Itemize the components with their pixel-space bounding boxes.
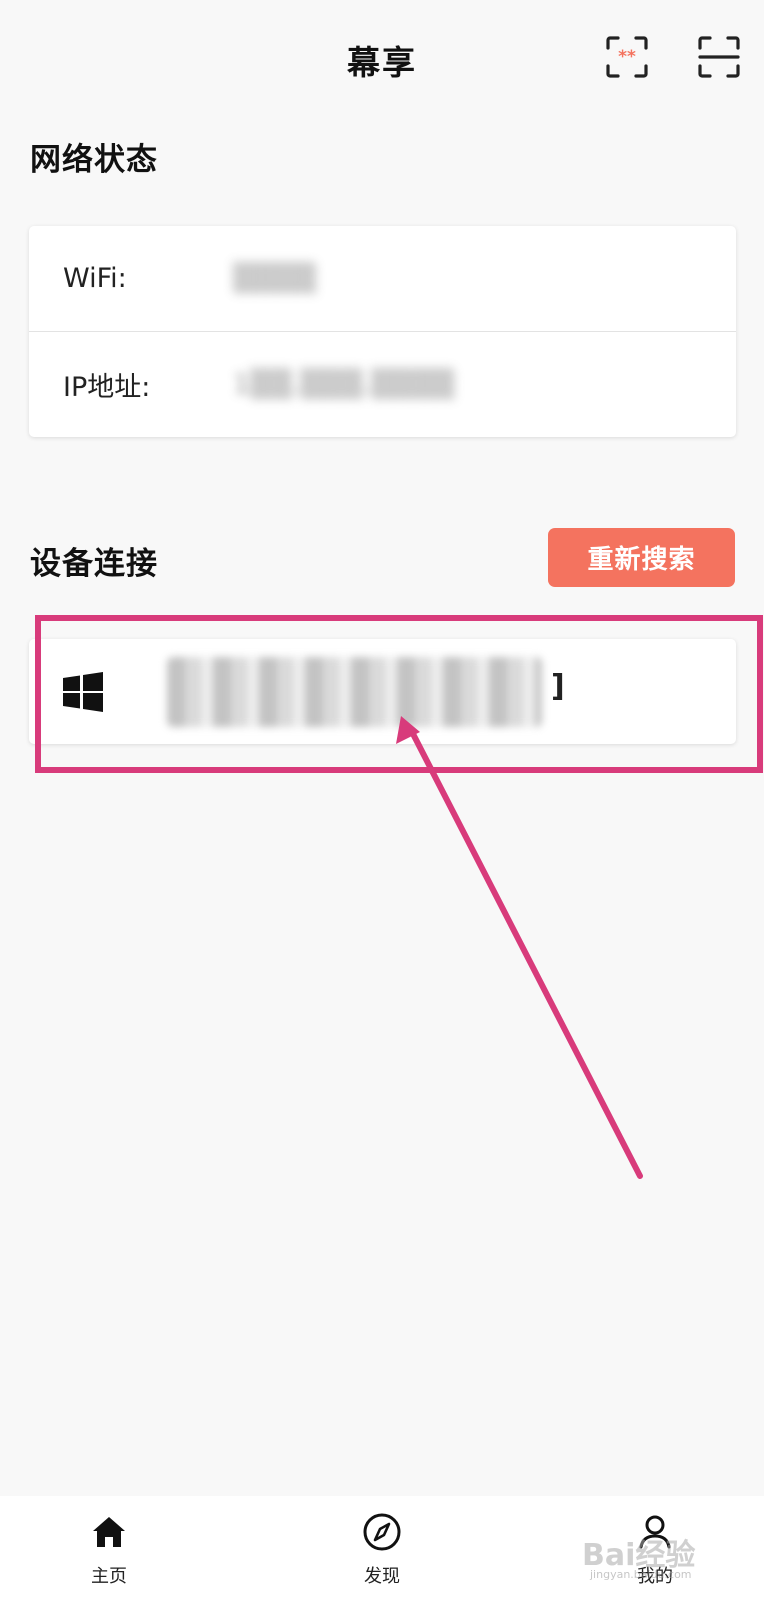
- wifi-row: WiFi: ▒▒▒▒: [29, 226, 736, 331]
- tab-home-label: 主页: [91, 1566, 127, 1587]
- ip-row: IP地址: 1▒▒.▒▒▒.▒▒▒▒: [29, 331, 736, 436]
- scan-icon[interactable]: [696, 34, 742, 80]
- app-header: 幕享 **: [0, 0, 764, 118]
- tab-discover-label: 发现: [364, 1566, 400, 1587]
- wifi-value: ▒▒▒▒: [233, 263, 317, 294]
- network-status-title: 网络状态: [30, 142, 158, 178]
- ip-label: IP地址:: [63, 371, 151, 403]
- ip-value: 1▒▒.▒▒▒.▒▒▒▒: [233, 368, 455, 400]
- highlight-annotation-box: [35, 615, 763, 773]
- network-status-card: WiFi: ▒▒▒▒ IP地址: 1▒▒.▒▒▒.▒▒▒▒: [29, 226, 736, 437]
- research-button[interactable]: 重新搜索: [548, 528, 735, 587]
- baidu-watermark-url: jingyan.baidu.com: [590, 1568, 692, 1581]
- compass-icon: [363, 1513, 401, 1551]
- device-connection-title: 设备连接: [30, 546, 158, 582]
- tab-home[interactable]: 主页: [49, 1512, 169, 1588]
- screen-cast-icon[interactable]: **: [604, 34, 650, 80]
- tab-discover[interactable]: 发现: [322, 1512, 442, 1588]
- svg-text:**: **: [618, 47, 636, 67]
- wifi-label: WiFi:: [63, 263, 127, 294]
- home-icon: [93, 1517, 125, 1547]
